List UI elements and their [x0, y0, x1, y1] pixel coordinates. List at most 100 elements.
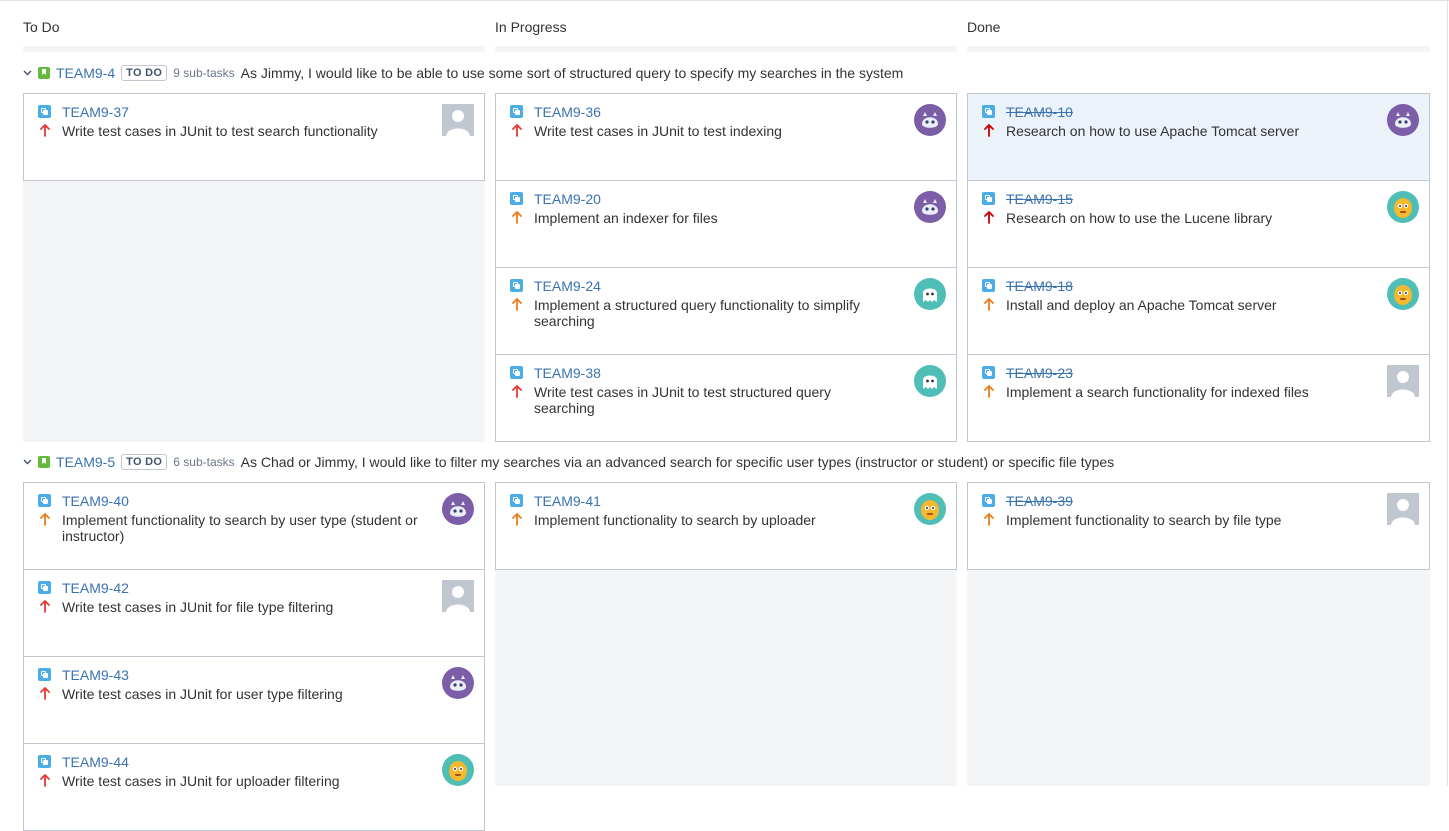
chevron-down-icon[interactable] — [20, 459, 34, 465]
purple-avatar[interactable] — [914, 191, 946, 223]
issue-key[interactable]: TEAM9-40 — [62, 493, 129, 509]
issue-summary: Write test cases in JUnit for file type … — [62, 599, 334, 615]
highest-priority-arrow-icon — [982, 210, 996, 228]
column-header-bar-done — [967, 46, 1430, 52]
purple-avatar[interactable] — [442, 667, 474, 699]
issue-card[interactable]: TEAM9-39 Implement functionality to searc… — [967, 482, 1430, 570]
subtask-count: 9 sub-tasks — [173, 66, 235, 80]
highest-priority-arrow-icon — [982, 123, 996, 141]
issue-summary: Implement a search functionality for ind… — [1006, 384, 1309, 400]
teal-yellow-avatar[interactable] — [914, 493, 946, 525]
default-avatar[interactable] — [1387, 365, 1419, 397]
issue-card[interactable]: TEAM9-15 Research on how to use the Lucen… — [967, 180, 1430, 268]
status-badge: TO DO — [121, 454, 168, 470]
issue-summary: Implement functionality to search by fil… — [1006, 512, 1282, 528]
issue-card[interactable]: TEAM9-20 Implement an indexer for files — [495, 180, 957, 268]
subtask-icon — [38, 755, 51, 768]
default-avatar[interactable] — [1387, 493, 1419, 525]
purple-avatar[interactable] — [1387, 104, 1419, 136]
story-key[interactable]: TEAM9-4 — [56, 65, 115, 81]
issue-card[interactable]: TEAM9-40 Implement functionality to searc… — [23, 482, 485, 570]
high-priority-arrow-icon — [38, 773, 52, 791]
story-key[interactable]: TEAM9-5 — [56, 454, 115, 470]
subtask-icon — [38, 105, 51, 118]
issue-card[interactable]: TEAM9-18 Install and deploy an Apache Tom… — [967, 267, 1430, 355]
column-header-bar-todo — [23, 46, 485, 52]
subtask-icon — [510, 366, 523, 379]
high-priority-arrow-icon — [38, 686, 52, 704]
top-border — [0, 0, 1449, 1]
issue-key[interactable]: TEAM9-18 — [1006, 278, 1073, 294]
subtask-icon — [982, 279, 995, 292]
issue-key[interactable]: TEAM9-43 — [62, 667, 129, 683]
high-priority-arrow-icon — [38, 123, 52, 141]
issue-key[interactable]: TEAM9-15 — [1006, 191, 1073, 207]
default-avatar[interactable] — [442, 104, 474, 136]
default-avatar[interactable] — [442, 580, 474, 612]
issue-key[interactable]: TEAM9-36 — [534, 104, 601, 120]
high-priority-arrow-icon — [510, 384, 524, 402]
issue-card[interactable]: TEAM9-38 Write test cases in JUnit to tes… — [495, 354, 957, 442]
issue-summary: Write test cases in JUnit to test indexi… — [534, 123, 782, 139]
purple-avatar[interactable] — [914, 104, 946, 136]
medium-priority-arrow-icon — [982, 512, 996, 530]
swimlane-header[interactable]: TEAM9-4 TO DO 9 sub-tasks As Jimmy, I wo… — [20, 63, 903, 83]
issue-key[interactable]: TEAM9-10 — [1006, 104, 1073, 120]
subtask-icon — [38, 668, 51, 681]
subtask-icon — [38, 581, 51, 594]
subtask-icon — [510, 279, 523, 292]
issue-key[interactable]: TEAM9-44 — [62, 754, 129, 770]
issue-key[interactable]: TEAM9-38 — [534, 365, 601, 381]
medium-priority-arrow-icon — [38, 512, 52, 530]
subtask-icon — [982, 494, 995, 507]
issue-card[interactable]: TEAM9-10 Research on how to use Apache To… — [967, 93, 1430, 181]
subtask-icon — [982, 366, 995, 379]
teal-yellow-avatar[interactable] — [1387, 191, 1419, 223]
issue-card[interactable]: TEAM9-44 Write test cases in JUnit for up… — [23, 743, 485, 831]
issue-card[interactable]: TEAM9-24 Implement a structured query fun… — [495, 267, 957, 355]
column-header-bar-inprogress — [495, 46, 957, 52]
issue-card[interactable]: TEAM9-23 Implement a search functionality… — [967, 354, 1430, 442]
issue-key[interactable]: TEAM9-37 — [62, 104, 129, 120]
teal-ghost-avatar[interactable] — [914, 278, 946, 310]
teal-ghost-avatar[interactable] — [914, 365, 946, 397]
teal-yellow-avatar[interactable] — [442, 754, 474, 786]
column-header-inprogress: In Progress — [495, 19, 567, 35]
issue-summary: Implement a structured query functionali… — [534, 297, 861, 329]
subtask-icon — [38, 494, 51, 507]
medium-priority-arrow-icon — [982, 297, 996, 315]
status-badge: TO DO — [121, 65, 168, 81]
issue-key[interactable]: TEAM9-24 — [534, 278, 601, 294]
high-priority-arrow-icon — [38, 599, 52, 617]
swimlane-header[interactable]: TEAM9-5 TO DO 6 sub-tasks As Chad or Jim… — [20, 452, 1114, 472]
subtask-icon — [982, 192, 995, 205]
issue-card[interactable]: TEAM9-37 Write test cases in JUnit to tes… — [23, 93, 485, 181]
issue-summary: Implement functionality to search by use… — [62, 512, 418, 544]
story-icon — [38, 67, 50, 79]
issue-summary: Write test cases in JUnit for user type … — [62, 686, 343, 702]
issue-summary: Implement functionality to search by upl… — [534, 512, 816, 528]
issue-key[interactable]: TEAM9-41 — [534, 493, 601, 509]
high-priority-arrow-icon — [510, 123, 524, 141]
column-header-done: Done — [967, 19, 1001, 35]
issue-card[interactable]: TEAM9-41 Implement functionality to searc… — [495, 482, 957, 570]
purple-avatar[interactable] — [442, 493, 474, 525]
chevron-down-icon[interactable] — [20, 70, 34, 76]
issue-summary: Research on how to use the Lucene librar… — [1006, 210, 1273, 226]
subtask-icon — [510, 192, 523, 205]
issue-key[interactable]: TEAM9-23 — [1006, 365, 1073, 381]
medium-priority-arrow-icon — [510, 512, 524, 530]
issue-key[interactable]: TEAM9-42 — [62, 580, 129, 596]
teal-yellow-avatar[interactable] — [1387, 278, 1419, 310]
issue-key[interactable]: TEAM9-39 — [1006, 493, 1073, 509]
issue-summary: Write test cases in JUnit to test search… — [62, 123, 378, 139]
story-summary: As Jimmy, I would like to be able to use… — [240, 65, 904, 81]
issue-card[interactable]: TEAM9-43 Write test cases in JUnit for us… — [23, 656, 485, 744]
medium-priority-arrow-icon — [982, 384, 996, 402]
subtask-icon — [982, 105, 995, 118]
right-border — [1447, 0, 1448, 786]
issue-key[interactable]: TEAM9-20 — [534, 191, 601, 207]
issue-summary: Research on how to use Apache Tomcat ser… — [1006, 123, 1300, 139]
issue-card[interactable]: TEAM9-42 Write test cases in JUnit for fi… — [23, 569, 485, 657]
issue-card[interactable]: TEAM9-36 Write test cases in JUnit to tes… — [495, 93, 957, 181]
